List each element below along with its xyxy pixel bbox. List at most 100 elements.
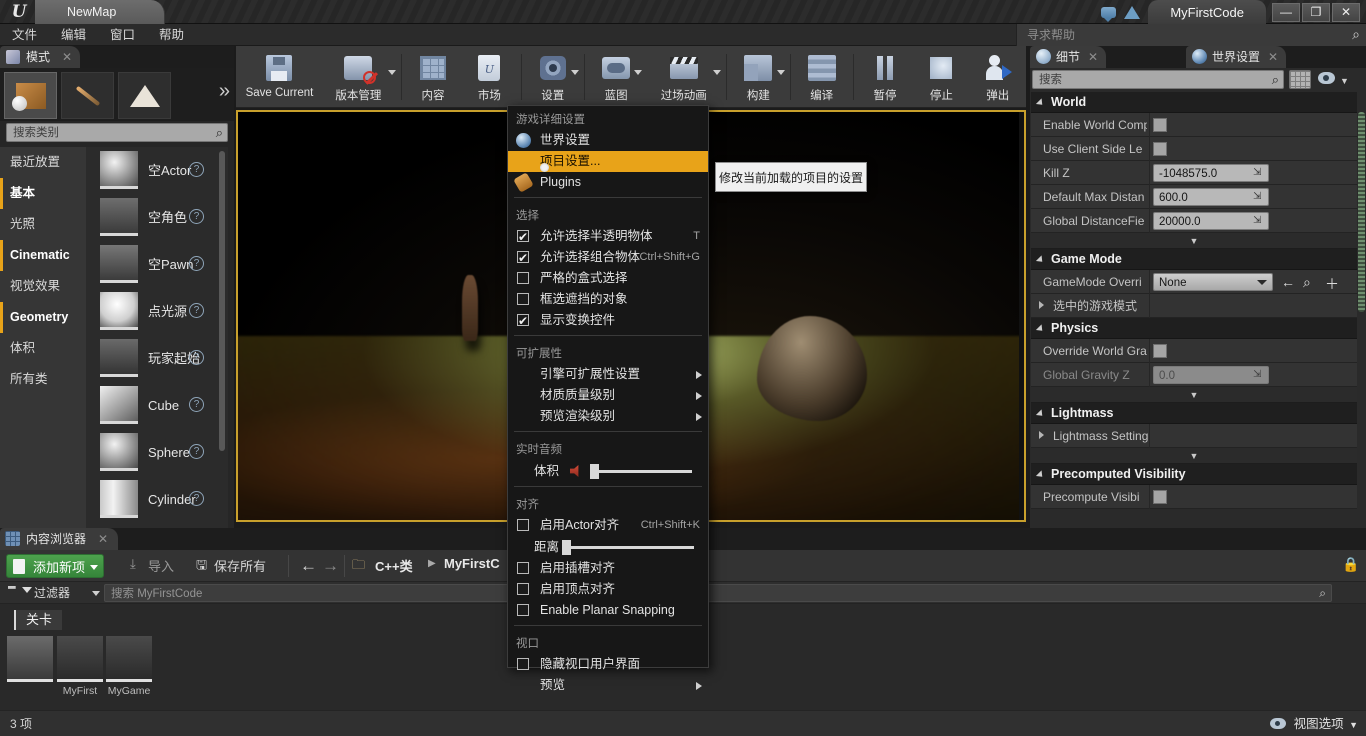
tab-world-settings-close[interactable]: ✕ (1268, 46, 1278, 68)
toolbar-source-control[interactable]: 版本管理 (319, 48, 398, 106)
checkbox[interactable] (517, 604, 529, 616)
category-lights[interactable]: 光照 (0, 209, 86, 240)
category-all-classes[interactable]: 所有类 (0, 364, 86, 395)
toolbar-pause[interactable]: 暂停 (857, 48, 913, 106)
toolbar-content[interactable]: 内容 (405, 48, 461, 106)
menu-item-preview-rendering-level[interactable]: 预览渲染级别 (508, 406, 708, 427)
checkbox[interactable] (517, 583, 529, 595)
checkbox[interactable] (1153, 490, 1167, 504)
category-geometry[interactable]: Geometry (0, 302, 86, 333)
chevron-down-icon[interactable] (776, 69, 785, 75)
menu-item-distance[interactable]: 距离 (508, 536, 708, 558)
plus-icon[interactable]: ＋ (1325, 274, 1339, 294)
import-button[interactable]: 导入 (148, 556, 174, 575)
tab-details[interactable]: 细节 ✕ (1030, 46, 1107, 68)
menu-item-project-settings[interactable]: 项目设置... (508, 151, 708, 172)
paint-mode-button[interactable] (61, 72, 114, 119)
toolbar-compile[interactable]: 编译 (794, 48, 850, 106)
category-volumes[interactable]: 体积 (0, 333, 86, 364)
section-world[interactable]: World (1031, 92, 1357, 113)
checkbox[interactable] (517, 293, 529, 305)
menu-window[interactable]: 窗口 (98, 24, 147, 46)
current-folder-chip[interactable]: 关卡 (14, 610, 63, 630)
toolbar-marketplace[interactable]: U 市场 (461, 48, 517, 106)
details-scrollbar[interactable] (1358, 112, 1365, 312)
distance-slider-knob[interactable] (562, 540, 571, 555)
save-all-button[interactable]: 保存所有 (214, 556, 266, 575)
spinner-icon[interactable]: ⇲ (1253, 215, 1261, 226)
filter-funnel-icon[interactable] (22, 587, 32, 593)
sources-panel-icon[interactable] (8, 586, 16, 589)
asset-search-input[interactable]: 搜索 MyFirstCode ⌕ (104, 584, 1332, 602)
volume-slider-track[interactable] (592, 470, 692, 473)
chat-icon[interactable] (1096, 1, 1120, 23)
map-tab[interactable]: NewMap (35, 0, 166, 24)
chevron-down-icon[interactable] (387, 69, 396, 75)
minimize-button[interactable]: — (1272, 2, 1300, 22)
property-row-kill-z[interactable]: Kill Z -1048575.0 ⇲ (1031, 161, 1357, 185)
checkbox[interactable] (517, 562, 529, 574)
section-precomputed-visibility[interactable]: Precomputed Visibility (1031, 464, 1357, 485)
lock-icon[interactable]: 🔒 (1342, 556, 1360, 576)
list-item[interactable]: 空Pawn ? (86, 241, 228, 288)
asset-item[interactable]: MyFirst (57, 636, 103, 697)
back-arrow-icon[interactable]: ← (1281, 274, 1295, 290)
save-all-icon[interactable]: 🖫 (196, 556, 207, 578)
section-lightmass[interactable]: Lightmass (1031, 403, 1357, 424)
browse-icon[interactable]: ⌕ (1303, 274, 1311, 291)
checkbox[interactable] (1153, 118, 1167, 132)
menu-item-strict-box-selection[interactable]: 严格的盒式选择 (508, 268, 708, 289)
menu-help[interactable]: 帮助 (147, 24, 196, 46)
grid-view-icon[interactable] (1289, 70, 1311, 89)
property-row-selected-gamemode[interactable]: 选中的游戏模式 (1031, 294, 1357, 318)
category-search-input[interactable]: 搜索类别 ⌕ (6, 123, 228, 142)
help-icon[interactable]: ? (189, 444, 204, 459)
list-item[interactable]: 空Actor ? (86, 147, 228, 194)
help-icon[interactable]: ? (189, 303, 204, 318)
category-recently-placed[interactable]: 最近放置 (0, 147, 86, 178)
checkbox[interactable] (517, 311, 529, 332)
expand-more-lightmass[interactable] (1031, 448, 1357, 464)
menu-item-volume[interactable]: 体积 (508, 460, 708, 482)
checkbox[interactable] (1153, 344, 1167, 358)
tab-modes[interactable]: 模式 ✕ (0, 46, 81, 68)
spinner-icon[interactable]: ⇲ (1253, 167, 1261, 178)
menu-item-enable-planar-snapping[interactable]: Enable Planar Snapping (508, 600, 708, 621)
property-row-global-gravity-z[interactable]: Global Gravity Z 0.0 ⇲ (1031, 363, 1357, 387)
view-options-button[interactable]: 视图选项 ▼ (1269, 711, 1358, 736)
help-icon[interactable]: ? (189, 350, 204, 365)
checkbox[interactable] (517, 272, 529, 284)
property-row-lightmass-settings[interactable]: Lightmass Setting (1031, 424, 1357, 448)
gamemode-override-combo[interactable]: None (1153, 273, 1273, 291)
back-button[interactable]: ← (300, 556, 317, 576)
checkbox[interactable] (517, 519, 529, 531)
distance-slider-track[interactable] (564, 546, 694, 549)
property-row-global-distancefield[interactable]: Global DistanceFie 20000.0 ⇲ (1031, 209, 1357, 233)
filters-label[interactable]: 过滤器 (34, 582, 70, 604)
expand-more-physics[interactable] (1031, 387, 1357, 403)
help-icon[interactable]: ? (189, 397, 204, 412)
breadcrumb-cpp-classes[interactable]: C++类 (375, 556, 413, 575)
toolbar-blueprints[interactable]: 蓝图 (588, 48, 644, 106)
chevron-down-icon[interactable] (634, 69, 643, 75)
menu-item-plugins[interactable]: Plugins (508, 172, 708, 193)
category-cinematic[interactable]: Cinematic (0, 240, 86, 271)
toolbar-cinematics[interactable]: 过场动画 (644, 48, 723, 106)
property-row-override-world-gravity[interactable]: Override World Gra (1031, 339, 1357, 363)
property-row-gamemode-override[interactable]: GameMode Overri None ← ⌕ ＋ (1031, 270, 1357, 294)
list-item[interactable]: 玩家起始 ? (86, 335, 228, 382)
menu-item-allow-translucent-selection[interactable]: 允许选择半透明物体 T (508, 226, 708, 248)
property-row-use-client-side-level[interactable]: Use Client Side Le (1031, 137, 1357, 161)
menu-item-preview[interactable]: 预览 (508, 675, 708, 696)
property-row-precompute-visibility[interactable]: Precompute Visibi (1031, 485, 1357, 509)
checkbox[interactable] (517, 658, 529, 670)
menu-item-material-quality-level[interactable]: 材质质量级别 (508, 385, 708, 406)
list-item[interactable]: Cube ? (86, 382, 228, 429)
details-properties[interactable]: World Enable World Comp Use Client Side … (1031, 92, 1357, 528)
menu-edit[interactable]: 编辑 (49, 24, 98, 46)
menu-item-enable-actor-snapping[interactable]: 启用Actor对齐 Ctrl+Shift+K (508, 515, 708, 536)
property-row-enable-world-composition[interactable]: Enable World Comp (1031, 113, 1357, 137)
menu-item-enable-socket-snapping[interactable]: 启用插槽对齐 (508, 558, 708, 579)
menu-item-enable-vertex-snapping[interactable]: 启用顶点对齐 (508, 579, 708, 600)
section-game-mode[interactable]: Game Mode (1031, 249, 1357, 270)
